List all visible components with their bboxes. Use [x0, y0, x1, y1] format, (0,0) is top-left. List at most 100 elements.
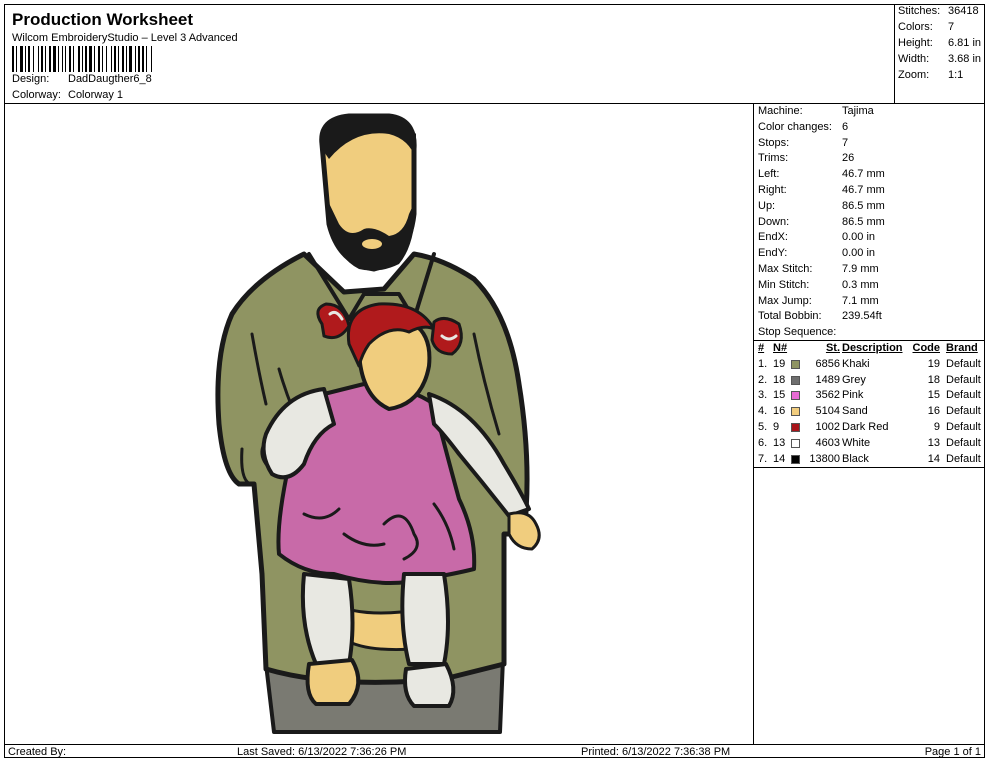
barcode-bar [126, 46, 127, 72]
summary-label: Height: [898, 37, 933, 49]
row-number: 6. [758, 436, 768, 449]
summary-row-height: Height: 6.81 in [898, 37, 981, 49]
embroidery-illustration [215, 113, 541, 734]
needle-number: 13 [773, 436, 786, 449]
table-row: 1. 19 6856 Khaki 19 Default [754, 357, 985, 373]
needle-number: 14 [773, 452, 786, 465]
row-number: 1. [758, 357, 768, 370]
table-row: 6. 13 4603 White 13 Default [754, 436, 985, 452]
barcode-bar [38, 46, 39, 72]
col-num: # [758, 342, 765, 354]
barcode-bar [78, 46, 80, 72]
spec-label: EndX: [758, 231, 788, 244]
last-saved: Last Saved: 6/13/2022 7:36:26 PM [237, 746, 407, 758]
spec-value: 86.5 mm [842, 215, 885, 228]
summary-label: Zoom: [898, 69, 930, 81]
color-description: Khaki [842, 357, 870, 370]
barcode-bar [20, 46, 23, 72]
spec-value: 239.54ft [842, 310, 882, 323]
color-code: 14 [927, 452, 940, 465]
colorway-label: Colorway: [12, 89, 61, 101]
spec-row: EndX: 0.00 in [758, 231, 875, 243]
summary-panel: Stitches: 36418 Colors: 7 Height: 6.81 in W… [895, 4, 985, 104]
spec-row: Down: 86.5 mm [758, 216, 885, 228]
stitch-count: 4603 [815, 436, 840, 449]
barcode-image [12, 46, 152, 72]
design-name: DadDaugther6_8 [68, 73, 152, 85]
barcode-bar [151, 46, 152, 72]
spec-label: Stops: [758, 136, 790, 149]
spec-row: Right: 46.7 mm [758, 184, 885, 196]
barcode-bar [45, 46, 46, 72]
summary-value: 3.68 in [948, 53, 982, 65]
barcode-bar [102, 46, 103, 72]
summary-label: Colors: [898, 21, 933, 33]
spec-row: Max Jump: 7.1 mm [758, 295, 879, 307]
col-description: Description [842, 342, 903, 354]
col-code: Code [912, 342, 941, 354]
spec-row: Trims: 26 [758, 152, 854, 164]
barcode-bar [142, 46, 144, 72]
barcode-bar [82, 46, 83, 72]
summary-row-stitches: Stitches: 36418 [898, 5, 979, 17]
page-number: Page 1 of 1 [924, 746, 981, 758]
spec-value: 7.1 mm [842, 294, 879, 307]
barcode-bar [16, 46, 17, 72]
design-row: Design: DadDaugther6_8 [12, 73, 152, 85]
barcode-bar [58, 46, 59, 72]
color-swatch [791, 391, 800, 401]
thread-brand: Default [946, 436, 981, 449]
spec-value: 7 [842, 136, 849, 149]
needle-number: 9 [773, 420, 780, 433]
stitch-count: 1002 [815, 420, 840, 433]
girl-hand-right [507, 511, 541, 551]
spec-value: 0.3 mm [842, 278, 879, 291]
design-label: Design: [12, 73, 50, 85]
barcode-bar [73, 46, 74, 72]
spec-value: 7.9 mm [842, 263, 879, 275]
barcode-bar [65, 46, 66, 72]
color-code: 15 [927, 389, 940, 402]
printed-date: Printed: 6/13/2022 7:36:38 PM [581, 746, 731, 758]
thread-brand: Default [946, 357, 981, 370]
spec-label: Color changes: [758, 120, 832, 133]
thread-brand: Default [946, 373, 981, 386]
row-number: 4. [758, 405, 768, 418]
barcode-bar [49, 46, 51, 72]
spec-label: Max Jump: [758, 294, 812, 307]
color-swatch [791, 454, 800, 464]
summary-row-zoom: Zoom: 1:1 [898, 69, 963, 81]
color-description: Dark Red [842, 420, 889, 433]
thread-brand: Default [946, 405, 981, 418]
spec-row: Max Stitch: 7.9 mm [758, 263, 879, 275]
color-description: Grey [842, 373, 866, 386]
spec-label: Down: [758, 215, 790, 228]
table-row: 4. 16 5104 Sand 16 Default [754, 404, 985, 420]
worksheet-header: Production Worksheet Wilcom EmbroiderySt… [4, 4, 895, 104]
summary-value: 7 [948, 21, 955, 33]
thread-brand: Default [946, 420, 981, 433]
barcode-bar [122, 46, 124, 72]
stitch-count: 3562 [815, 389, 840, 402]
stitch-count: 1489 [815, 373, 840, 386]
color-code: 9 [933, 420, 940, 433]
stop-sequence-title: Stop Sequence: [758, 326, 837, 338]
color-swatch [791, 438, 800, 448]
summary-value: 1:1 [948, 69, 964, 81]
barcode-bar [106, 46, 107, 72]
barcode-bar [53, 46, 56, 72]
spec-value: 46.7 mm [842, 168, 885, 181]
barcode-bar [94, 46, 95, 72]
row-number: 2. [758, 373, 768, 386]
spec-label: Right: [758, 184, 787, 196]
barcode-bar [98, 46, 100, 72]
spec-label: Max Stitch: [758, 263, 813, 275]
thread-brand: Default [946, 389, 981, 402]
barcode-bar [33, 46, 34, 72]
girl-shoe-left [305, 658, 361, 706]
spec-label: Left: [758, 168, 780, 181]
stop-sequence-table: # N# St. Description Code Brand 1. 19 6856… [754, 340, 985, 469]
table-row: 3. 15 3562 Pink 15 Default [754, 388, 985, 404]
colorway-name: Colorway 1 [68, 89, 124, 101]
spec-label: Min Stitch: [758, 278, 810, 291]
